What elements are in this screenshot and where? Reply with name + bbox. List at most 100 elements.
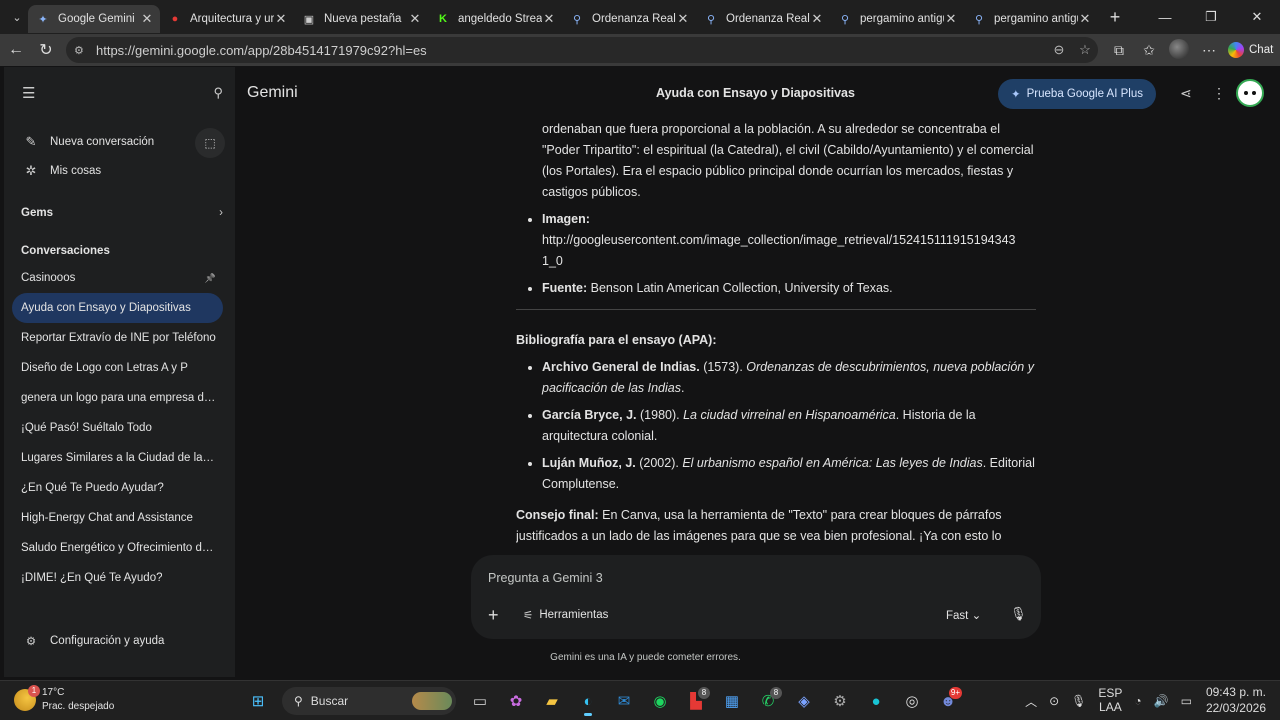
model-mode-selector[interactable]: Fast ⌄ xyxy=(946,608,981,622)
close-icon[interactable]: ✕ xyxy=(810,11,824,27)
copilot-chat-button[interactable]: Chat xyxy=(1228,42,1273,58)
top-bar: Gemini Ayuda con Ensayo y Diapositivas ✦… xyxy=(235,67,1276,119)
conversation-item[interactable]: Diseño de Logo con Letras A y P xyxy=(4,353,226,383)
store-icon[interactable]: ▦ xyxy=(714,685,750,717)
whatsapp-icon[interactable]: ✆ 8 xyxy=(750,685,786,717)
upgrade-label: Prueba Google AI Plus xyxy=(1026,88,1143,100)
whatsapp-badge: 8 xyxy=(770,687,782,699)
search-label: Buscar xyxy=(310,694,349,708)
outlook-icon[interactable]: ✉ xyxy=(606,685,642,717)
close-icon[interactable]: ✕ xyxy=(140,11,154,27)
more-options-icon[interactable]: ⋮ xyxy=(1212,85,1226,102)
reload-button[interactable]: ↻ xyxy=(32,36,60,64)
close-icon[interactable]: ✕ xyxy=(676,11,690,27)
add-icon[interactable]: + xyxy=(488,605,499,626)
extensions-icon[interactable]: ⧉ xyxy=(1104,42,1134,59)
close-icon[interactable]: ✕ xyxy=(944,11,958,27)
input-language[interactable]: ESP LAA xyxy=(1098,687,1122,715)
minimize-button[interactable]: — xyxy=(1142,0,1188,34)
close-icon[interactable]: ✕ xyxy=(274,11,288,27)
microphone-icon[interactable]: 🎙 xyxy=(1071,694,1086,708)
account-avatar[interactable] xyxy=(1236,79,1264,107)
close-icon[interactable]: ✕ xyxy=(1078,11,1092,27)
prompt-input[interactable]: Pregunta a Gemini 3 xyxy=(488,571,603,585)
share-icon[interactable]: ⋖ xyxy=(1180,85,1192,102)
chevron-down-icon: ⌄ xyxy=(971,610,982,622)
conversation-item[interactable]: Ayuda con Ensayo y Diapositivas xyxy=(12,293,223,323)
task-view-icon[interactable]: ▭ xyxy=(462,685,498,717)
menu-icon[interactable]: ☰ xyxy=(22,84,35,102)
close-window-button[interactable]: ✕ xyxy=(1234,0,1280,34)
gems-section[interactable]: Gems › xyxy=(4,201,235,225)
edge-icon[interactable]: ◐ xyxy=(570,685,606,717)
final-tip-label: Consejo final: xyxy=(516,508,599,522)
microphone-icon[interactable]: 🎙 xyxy=(1010,606,1027,622)
url-text: https://gemini.google.com/app/28b4514171… xyxy=(96,42,427,58)
close-icon[interactable]: ✕ xyxy=(408,11,422,27)
conversation-item[interactable]: High-Energy Chat and Assistance xyxy=(4,503,226,533)
my-stuff-button[interactable]: ✲ Mis cosas xyxy=(4,156,235,185)
conversation-item[interactable]: Reportar Extravío de INE por Teléfono xyxy=(4,323,226,353)
close-icon[interactable]: ✕ xyxy=(542,11,556,27)
temporary-chat-button[interactable]: ⬚ xyxy=(195,128,225,158)
chrome-icon[interactable]: ◎ xyxy=(894,685,930,717)
spotify-icon[interactable]: ◉ xyxy=(642,685,678,717)
conversation-item[interactable]: ¿En Qué Te Puedo Ayudar? xyxy=(4,473,226,503)
copilot-icon[interactable]: ✿ xyxy=(498,685,534,717)
tab-angeldedo[interactable]: K angeldedo Stream ✕ xyxy=(428,5,562,33)
bookmark-star-icon[interactable]: ☆ xyxy=(1072,42,1098,58)
clock[interactable]: 09:43 p. m. 22/03/2026 xyxy=(1206,685,1266,717)
roblox-icon[interactable]: ◈ xyxy=(786,685,822,717)
conversation-item[interactable]: ¡DIME! ¿En Qué Te Ayudo? xyxy=(4,563,226,593)
settings-button[interactable]: ⚙ Configuración y ayuda xyxy=(4,627,165,655)
search-icon: ⚲ xyxy=(974,13,984,26)
zoom-icon[interactable]: ⊖ xyxy=(1046,42,1072,58)
upgrade-button[interactable]: ✦ Prueba Google AI Plus xyxy=(998,79,1156,109)
tools-button[interactable]: ⚟ Herramientas xyxy=(523,608,608,622)
tab-list-button[interactable]: ⌄ xyxy=(6,6,28,28)
onedrive-icon[interactable]: ⊙ xyxy=(1049,694,1059,708)
bibliography-list: Archivo General de Indias. (1573). Orden… xyxy=(516,357,1036,495)
new-tab-button[interactable]: + xyxy=(1102,7,1128,28)
file-explorer-icon[interactable]: ▰ xyxy=(534,685,570,717)
maximize-button[interactable]: ❐ xyxy=(1188,0,1234,34)
tab-pergamino-1[interactable]: ⚲ pergamino antiguo ✕ xyxy=(830,5,964,33)
more-menu-icon[interactable]: ⋯ xyxy=(1194,42,1224,59)
taskbar-search[interactable]: ⚲ Buscar xyxy=(282,687,456,715)
conversation-item[interactable]: Saludo Energético y Ofrecimiento de ... xyxy=(4,533,226,563)
settings-icon[interactable]: ⚙ xyxy=(822,685,858,717)
brand-title[interactable]: Gemini xyxy=(247,84,298,102)
tab-arquitectura[interactable]: ● Arquitectura y urba ✕ xyxy=(160,5,294,33)
discord-icon[interactable]: ☻ 9+ xyxy=(930,685,966,717)
tab-pergamino-2[interactable]: ⚲ pergamino antiguo ✕ xyxy=(964,5,1098,33)
chevron-up-icon[interactable]: ︿ xyxy=(1025,693,1037,710)
conversation-item[interactable]: Lugares Similares a la Ciudad de las A..… xyxy=(4,443,226,473)
tab-google-gemini[interactable]: ✦ Google Gemini ✕ xyxy=(28,5,160,33)
office-icon[interactable]: ▙ 8 xyxy=(678,685,714,717)
volume-icon[interactable]: 🔊 xyxy=(1154,694,1169,708)
start-button[interactable]: ⊞ xyxy=(240,685,276,717)
bib-rest: . xyxy=(680,381,685,395)
prompt-box: Pregunta a Gemini 3 + ⚟ Herramientas Fast… xyxy=(471,555,1041,639)
tab-ordenanza-1[interactable]: ⚲ Ordenanza Real de ✕ xyxy=(562,5,696,33)
favorites-icon[interactable]: ✩ xyxy=(1134,42,1164,59)
tab-nueva-pestana[interactable]: ▣ Nueva pestaña ✕ xyxy=(294,5,428,33)
gems-label: Gems xyxy=(21,207,53,219)
profile-avatar[interactable] xyxy=(1164,38,1194,62)
conversation-item[interactable]: Casinooos 📌 xyxy=(4,263,226,293)
back-button[interactable]: ← xyxy=(2,36,30,64)
conversation-item[interactable]: ¡Qué Pasó! Suéltalo Todo xyxy=(4,413,226,443)
tab-ordenanza-2[interactable]: ⚲ Ordenanza Real de ✕ xyxy=(696,5,830,33)
copilot-icon xyxy=(1228,42,1244,58)
search-icon[interactable]: ⚲ xyxy=(213,85,223,101)
canva-icon[interactable]: ● xyxy=(858,685,894,717)
url-field[interactable]: ⚙ https://gemini.google.com/app/28b45141… xyxy=(66,37,1098,63)
wifi-icon[interactable]: ◔ xyxy=(1134,694,1141,708)
conversation-item[interactable]: genera un logo para una empresa de ... xyxy=(4,383,226,413)
weather-widget[interactable]: 1 17°C Prac. despejado xyxy=(14,685,114,714)
site-info-icon[interactable]: ⚙ xyxy=(74,44,90,57)
address-bar-row: ← ↻ ⚙ https://gemini.google.com/app/28b4… xyxy=(0,34,1280,66)
pin-icon[interactable]: 📌 xyxy=(205,263,216,293)
battery-icon[interactable]: ▭ xyxy=(1181,694,1192,708)
red-app-icon: ● xyxy=(171,13,179,25)
